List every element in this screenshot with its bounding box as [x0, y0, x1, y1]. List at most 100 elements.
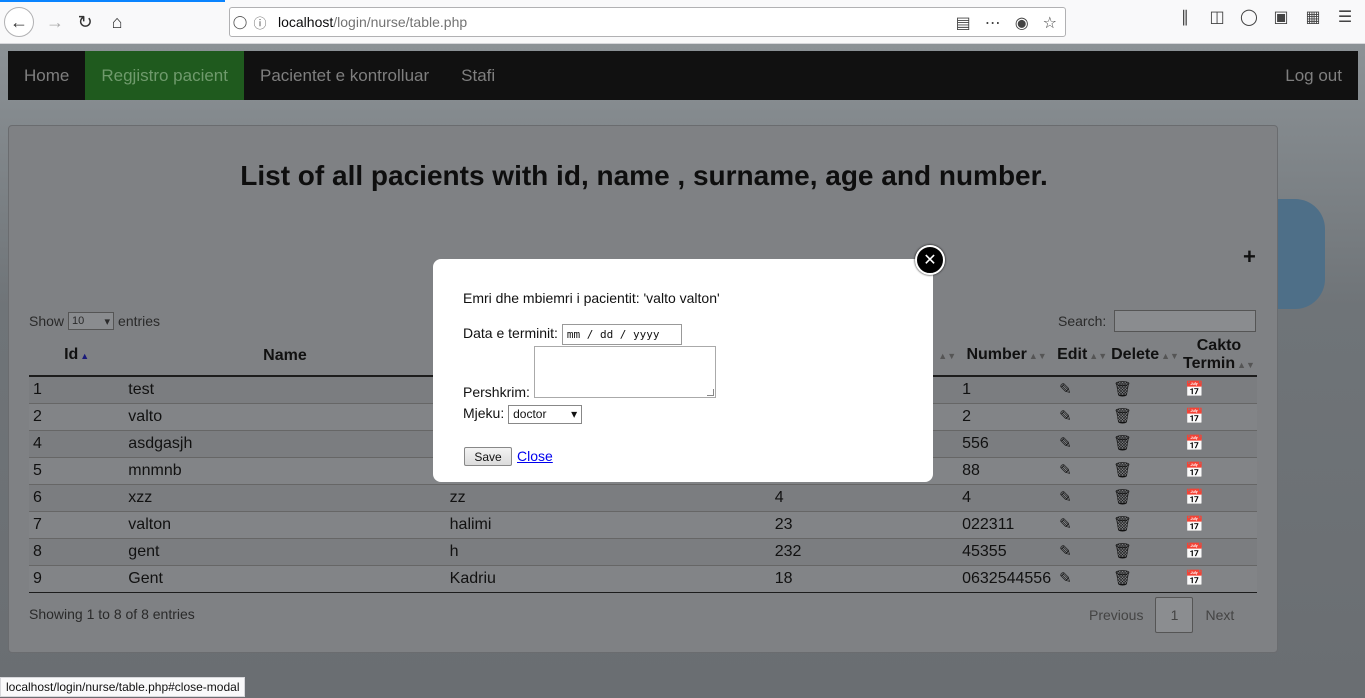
cell-id: 9: [29, 564, 125, 593]
reader-view-icon[interactable]: ▤: [956, 13, 971, 33]
trash-icon[interactable]: 🗑: [1113, 462, 1132, 479]
calendar-check-icon[interactable]: 📅: [1185, 381, 1204, 398]
edit-icon[interactable]: ✎: [1059, 570, 1072, 587]
edit-cell: ✎: [1055, 375, 1110, 403]
address-bar[interactable]: ◯ ⓘ localhost/login/nurse/table.php ▤ ⋯ …: [229, 7, 1066, 37]
pocket-icon[interactable]: ◉: [1015, 13, 1029, 33]
cell-age: 4: [770, 483, 959, 511]
cell-number: 45355: [958, 537, 1056, 565]
sort-asc-icon: ▲: [80, 351, 90, 361]
nav-register-patient[interactable]: Regjistro pacient: [85, 51, 244, 100]
cell-surname: zz: [445, 483, 771, 511]
entries-select[interactable]: 10 ▾: [68, 312, 115, 330]
edit-icon[interactable]: ✎: [1059, 516, 1072, 533]
edit-icon[interactable]: ✎: [1059, 435, 1072, 452]
calendar-check-icon[interactable]: 📅: [1185, 462, 1204, 479]
container-icon[interactable]: ▣: [1271, 7, 1291, 27]
reload-icon[interactable]: ↻: [70, 7, 100, 37]
trash-icon[interactable]: 🗑: [1113, 570, 1132, 587]
edit-cell: ✎: [1055, 510, 1110, 538]
trash-icon[interactable]: 🗑: [1113, 489, 1132, 506]
description-textarea[interactable]: [534, 346, 716, 398]
calendar-check-cell: 📅: [1180, 456, 1257, 484]
nav-home[interactable]: Home: [8, 51, 85, 100]
trash-icon[interactable]: 🗑: [1113, 516, 1132, 533]
edit-icon[interactable]: ✎: [1059, 543, 1072, 560]
search-label: Search:: [1058, 313, 1107, 329]
cell-number: 556: [958, 429, 1056, 457]
top-navbar: Home Regjistro pacient Pacientet e kontr…: [8, 51, 1358, 100]
trash-icon[interactable]: 🗑: [1113, 381, 1132, 398]
back-arrow-icon[interactable]: ←: [4, 7, 34, 37]
edit-icon[interactable]: ✎: [1059, 408, 1072, 425]
col-appointment[interactable]: Cakto Termin ▲▼: [1180, 336, 1257, 377]
search-input[interactable]: [1114, 310, 1257, 332]
nav-staff[interactable]: Stafi: [445, 51, 511, 100]
calendar-check-icon[interactable]: 📅: [1185, 408, 1204, 425]
edit-cell: ✎: [1055, 564, 1110, 593]
calendar-check-icon[interactable]: 📅: [1185, 435, 1204, 452]
entries-label: entries: [118, 313, 161, 329]
calendar-check-icon[interactable]: 📅: [1185, 489, 1204, 506]
calendar-check-icon[interactable]: 📅: [1185, 543, 1204, 560]
cell-name: test: [124, 375, 446, 403]
page-1-button[interactable]: 1: [1155, 597, 1194, 633]
extensions-icon[interactable]: ▦: [1303, 7, 1323, 27]
more-actions-icon[interactable]: ⋯: [985, 13, 1001, 33]
trash-cell: 🗑: [1109, 402, 1181, 430]
trash-cell: 🗑: [1109, 375, 1181, 403]
save-button[interactable]: Save: [464, 447, 512, 466]
sort-icon: ▲▼: [1237, 360, 1255, 370]
col-delete[interactable]: Delete ▲▼: [1109, 336, 1181, 377]
col-number[interactable]: Number ▲▼: [958, 336, 1056, 377]
cell-name: mnmnb: [124, 456, 446, 484]
patient-name-line: Emri dhe mbiemri i pacientit: 'valto val…: [463, 290, 720, 306]
trash-icon[interactable]: 🗑: [1113, 435, 1132, 452]
search-control: Search:: [1058, 310, 1257, 332]
trash-icon[interactable]: 🗑: [1113, 408, 1132, 425]
calendar-check-icon[interactable]: 📅: [1185, 516, 1204, 533]
close-link[interactable]: Close: [517, 448, 553, 464]
bookmark-star-icon[interactable]: ☆: [1043, 13, 1057, 33]
edit-icon[interactable]: ✎: [1059, 462, 1072, 479]
trash-cell: 🗑: [1109, 456, 1181, 484]
cell-number: 0632544556: [958, 564, 1056, 593]
table-row: 7 valton halimi 23 022311 ✎ 🗑 📅: [29, 510, 1257, 538]
page-title: List of all pacients with id, name , sur…: [240, 160, 1048, 191]
previous-page-button[interactable]: Previous: [1077, 597, 1155, 633]
sidebar-icon[interactable]: ◫: [1207, 7, 1227, 27]
nav-checked-patients[interactable]: Pacientet e kontrolluar: [244, 51, 445, 100]
menu-icon[interactable]: ☰: [1335, 7, 1355, 27]
date-field[interactable]: mm / dd / yyyy: [561, 324, 682, 345]
cell-id: 2: [29, 402, 125, 430]
cell-id: 4: [29, 429, 125, 457]
col-edit[interactable]: Edit ▲▼: [1055, 336, 1110, 377]
table-info: Showing 1 to 8 of 8 entries: [29, 606, 195, 622]
calendar-check-cell: 📅: [1180, 402, 1257, 430]
trash-icon[interactable]: 🗑: [1113, 543, 1132, 560]
calendar-check-cell: 📅: [1180, 429, 1257, 457]
cell-number: 2: [958, 402, 1056, 430]
calendar-check-cell: 📅: [1180, 564, 1257, 593]
forward-arrow-icon[interactable]: →: [40, 7, 70, 37]
add-patient-icon[interactable]: +: [1243, 244, 1256, 270]
edit-icon[interactable]: ✎: [1059, 381, 1072, 398]
col-name[interactable]: Name: [124, 336, 446, 377]
nav-logout[interactable]: Log out: [1269, 51, 1358, 100]
url-path: /login/nurse/table.php: [333, 14, 468, 30]
edit-icon[interactable]: ✎: [1059, 489, 1072, 506]
home-icon[interactable]: ⌂: [102, 7, 132, 37]
calendar-check-icon[interactable]: 📅: [1185, 570, 1204, 587]
cell-name: valto: [124, 402, 446, 430]
account-icon[interactable]: ◯: [1239, 7, 1259, 27]
close-icon[interactable]: ✕: [915, 245, 945, 275]
calendar-check-cell: 📅: [1180, 375, 1257, 403]
next-page-button[interactable]: Next: [1193, 597, 1246, 633]
doctor-select[interactable]: doctor: [508, 405, 583, 424]
description-label: Pershkrim:: [463, 384, 530, 400]
cell-age: 232: [770, 537, 959, 565]
library-icon[interactable]: ∥: [1175, 7, 1195, 27]
background-cross-graphic: [1270, 199, 1325, 309]
col-id[interactable]: Id ▲: [29, 336, 125, 377]
info-icon[interactable]: ⓘ: [250, 13, 270, 32]
